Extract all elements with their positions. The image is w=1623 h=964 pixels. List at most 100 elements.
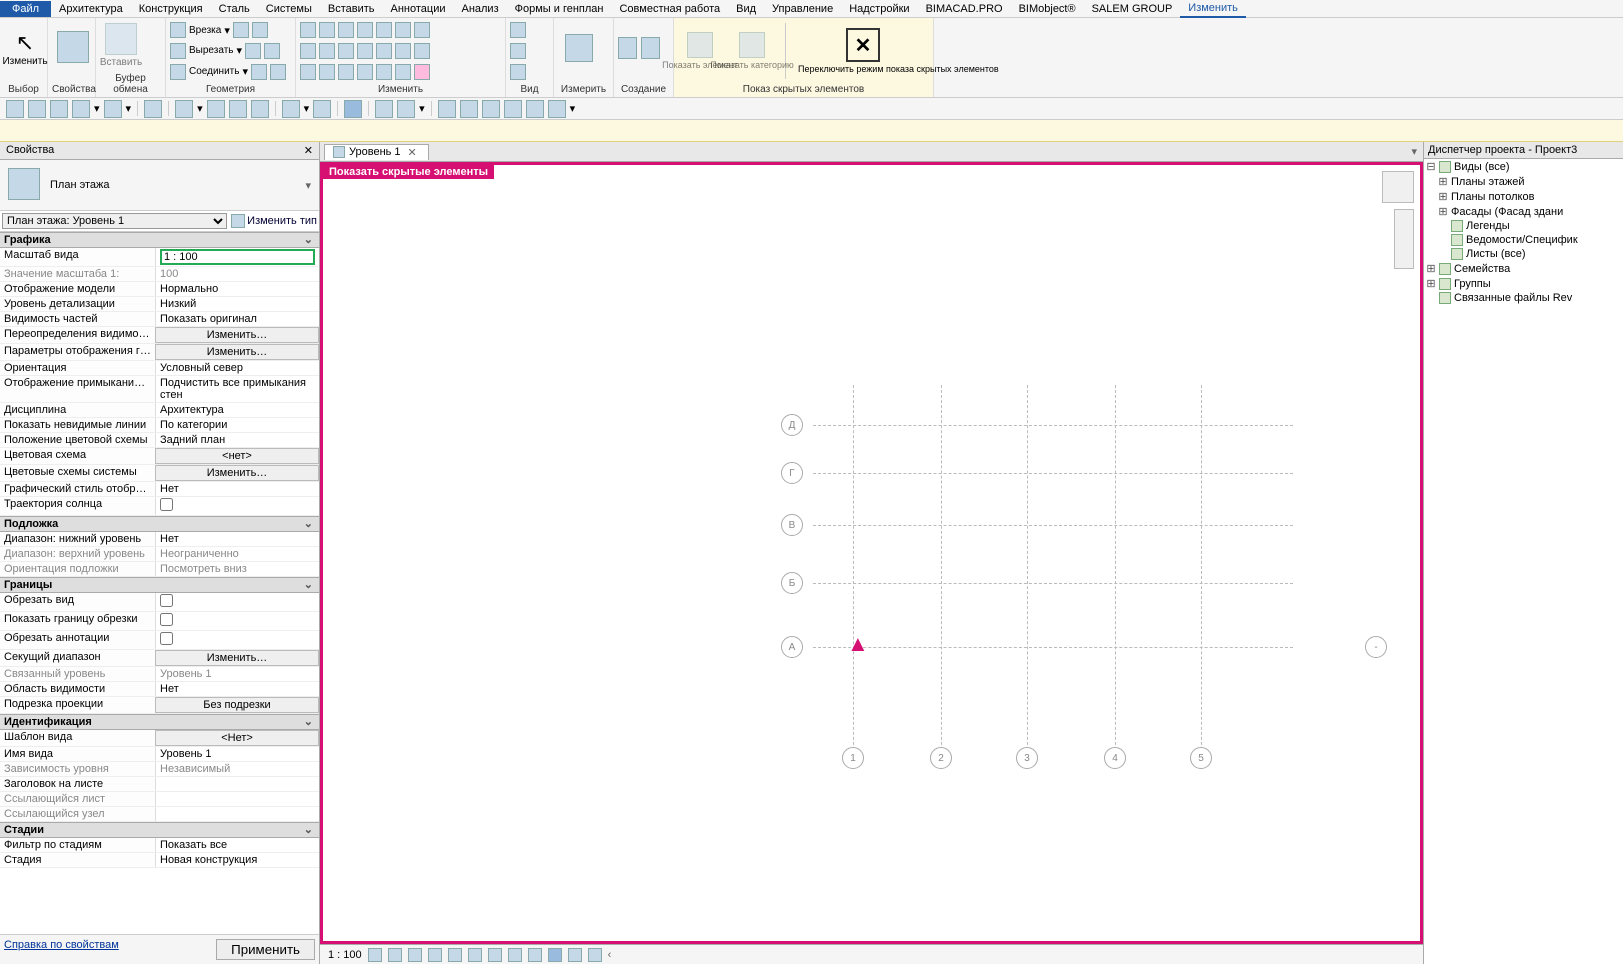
menu-tab[interactable]: SALEM GROUP [1084, 1, 1181, 17]
reveal-icon[interactable] [548, 948, 562, 962]
rotate-icon[interactable] [319, 43, 335, 59]
qat-switch-icon[interactable] [397, 100, 415, 118]
grid-bubble-v[interactable]: 1 [842, 747, 864, 769]
qat-a4-icon[interactable] [504, 100, 522, 118]
tree-twisty[interactable]: ⊞ [1438, 175, 1448, 188]
qat-a5-icon[interactable] [526, 100, 544, 118]
property-value[interactable]: Задний план [155, 433, 319, 447]
tabs-menu-icon[interactable]: ▾ [1411, 145, 1417, 158]
qat-a2-icon[interactable] [460, 100, 478, 118]
menu-tab[interactable]: Системы [258, 1, 320, 17]
property-value[interactable] [155, 807, 319, 821]
property-value[interactable]: По категории [155, 418, 319, 432]
crop-icon[interactable] [468, 948, 482, 962]
property-edit-button[interactable]: Изменить… [155, 327, 319, 343]
create-i1-icon[interactable] [618, 37, 637, 59]
drawing-canvas[interactable]: Показать скрытые элементы ДГВБА12345-▲ [320, 162, 1423, 944]
temp-hide-icon[interactable] [528, 948, 542, 962]
copy-icon[interactable] [300, 64, 316, 80]
property-edit-button[interactable]: <Нет> [155, 730, 319, 746]
tree-item[interactable]: ⊞Фасады (Фасад здани [1424, 204, 1623, 219]
paste-tool[interactable]: Вставить [100, 20, 142, 71]
array-icon[interactable] [376, 43, 392, 59]
menu-tab[interactable]: Совместная работа [611, 1, 728, 17]
qat-sync-icon[interactable] [50, 100, 68, 118]
menu-tab[interactable]: Сталь [211, 1, 258, 17]
qat-a3-icon[interactable] [482, 100, 500, 118]
grid-bubble-v[interactable]: 4 [1104, 747, 1126, 769]
m2-icon[interactable] [319, 64, 335, 80]
tree-item[interactable]: ⊟Виды (все) [1424, 159, 1623, 174]
tree-twisty[interactable]: ⊞ [1426, 262, 1436, 275]
m5-icon[interactable] [376, 64, 392, 80]
grid-bubble-h[interactable]: Г [781, 462, 803, 484]
property-value[interactable]: Показать оригинал [155, 312, 319, 326]
pin-icon[interactable] [414, 43, 430, 59]
cut-tool[interactable]: Вырезать▾ [170, 43, 291, 59]
menu-tab[interactable]: Изменить [1180, 0, 1246, 18]
sun-path-icon[interactable] [408, 948, 422, 962]
m7-icon[interactable] [414, 64, 430, 80]
property-value[interactable] [155, 777, 319, 791]
view-i1-icon[interactable] [510, 22, 526, 38]
property-value[interactable]: Низкий [155, 297, 319, 311]
properties-help-link[interactable]: Справка по свойствам [4, 939, 119, 960]
property-edit-button[interactable]: <нет> [155, 448, 319, 464]
property-value[interactable]: Нет [155, 482, 319, 496]
property-value[interactable]: Уровень 1 [155, 667, 319, 681]
tree-twisty[interactable]: ⊞ [1438, 190, 1448, 203]
tree-item[interactable]: Связанные файлы Rev [1424, 291, 1623, 305]
grid-bubble-h[interactable]: А [781, 636, 803, 658]
property-value[interactable]: Уровень 1 [155, 747, 319, 761]
qat-dim-icon[interactable] [207, 100, 225, 118]
m6-icon[interactable] [395, 64, 411, 80]
qat-tag-icon[interactable] [229, 100, 247, 118]
grid-bubble-h[interactable]: Б [781, 572, 803, 594]
property-value[interactable]: Нет [155, 532, 319, 546]
cope-tool[interactable]: Врезка▾ [170, 22, 291, 38]
document-tab[interactable]: Уровень 1 ✕ [324, 144, 429, 160]
join-tool[interactable]: Соединить▾ [170, 64, 291, 80]
show-category-button[interactable]: Показать категорию [731, 23, 773, 79]
qat-print-icon[interactable] [144, 100, 162, 118]
property-checkbox[interactable] [160, 498, 173, 511]
tree-item[interactable]: ⊞Группы [1424, 276, 1623, 291]
tree-item[interactable]: ⊞Семейства [1424, 261, 1623, 276]
property-value[interactable]: Посмотреть вниз [155, 562, 319, 576]
menu-tab[interactable]: Конструкция [131, 1, 211, 17]
property-category[interactable]: Стадии [0, 822, 319, 838]
vc2-icon[interactable] [588, 948, 602, 962]
view-selector[interactable]: План этажа: Уровень 1 [2, 213, 227, 229]
property-category[interactable]: Границы [0, 577, 319, 593]
nav-bar[interactable] [1394, 209, 1414, 269]
align-icon[interactable] [300, 22, 316, 38]
menu-tab[interactable]: Архитектура [51, 1, 131, 17]
menu-tab[interactable]: Анализ [453, 1, 506, 17]
qat-close-icon[interactable] [375, 100, 393, 118]
create-i2-icon[interactable] [641, 37, 660, 59]
mirror2-icon[interactable] [357, 22, 373, 38]
property-value[interactable]: Независимый [155, 762, 319, 776]
property-value[interactable] [155, 792, 319, 806]
grid-bubble-v[interactable]: 3 [1016, 747, 1038, 769]
toggle-hidden-button[interactable]: ✕ Переключить режим показа скрытых элеме… [798, 28, 928, 74]
grid-bubble-h[interactable]: Д [781, 414, 803, 436]
vc1-icon[interactable] [568, 948, 582, 962]
qat-a1-icon[interactable] [438, 100, 456, 118]
property-value[interactable]: Неограниченно [155, 547, 319, 561]
qat-text-icon[interactable] [251, 100, 269, 118]
unlock-icon[interactable] [508, 948, 522, 962]
visual-style-icon[interactable] [388, 948, 402, 962]
qat-sec-icon[interactable] [313, 100, 331, 118]
scale-icon[interactable] [395, 43, 411, 59]
property-value[interactable]: Условный север [155, 361, 319, 375]
tree-item[interactable]: Легенды [1424, 219, 1623, 233]
qat-measure-icon[interactable] [175, 100, 193, 118]
menu-tab[interactable]: BIMACAD.PRO [918, 1, 1011, 17]
show-element-button[interactable]: Показать элемент [679, 23, 721, 79]
qat-save-icon[interactable] [28, 100, 46, 118]
property-value[interactable]: 100 [155, 267, 319, 281]
grid-bubble-extra[interactable]: - [1365, 636, 1387, 658]
m4-icon[interactable] [357, 64, 373, 80]
menu-tab[interactable]: Надстройки [841, 1, 917, 17]
